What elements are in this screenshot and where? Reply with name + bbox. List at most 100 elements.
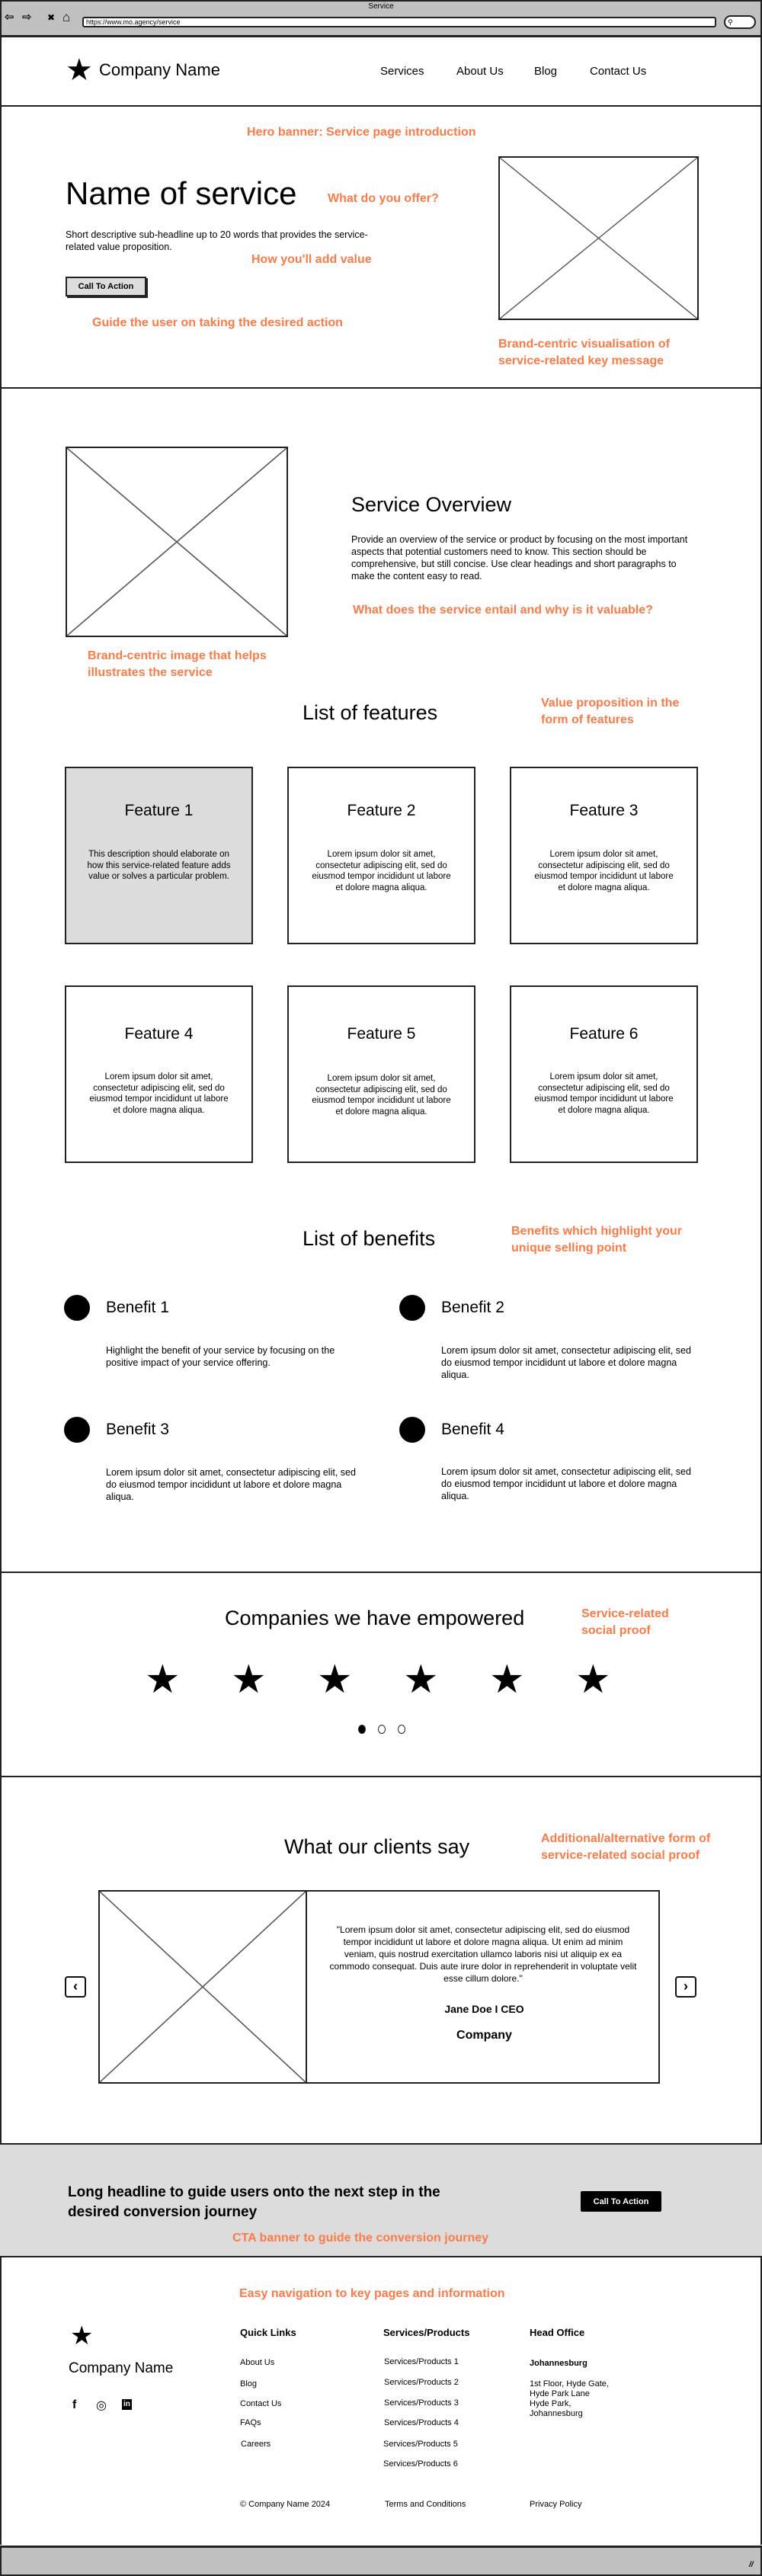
feature-desc: Lorem ipsum dolor sit amet, consectetur …: [312, 850, 451, 892]
annotation-value: How you'll add value: [251, 253, 372, 266]
resize-grip-icon[interactable]: //: [749, 2561, 754, 2569]
footer-link-faqs[interactable]: FAQs: [240, 2418, 261, 2427]
cta-banner-button[interactable]: Call To Action: [581, 2191, 661, 2212]
testimonial-image-placeholder: [98, 1890, 307, 2084]
footer-logo-star-icon[interactable]: ★: [70, 2323, 93, 2349]
hero-cta-button[interactable]: Call To Action: [66, 277, 146, 296]
facebook-icon[interactable]: f: [72, 2398, 76, 2412]
company-logo-star-icon: ★: [489, 1658, 525, 1702]
benefit-desc: Lorem ipsum dolor sit amet, consectetur …: [441, 1345, 691, 1380]
benefit-title: Benefit 3: [106, 1421, 169, 1438]
feature-card[interactable]: Feature 4 Lorem ipsum dolor sit amet, co…: [65, 985, 253, 1163]
feature-card[interactable]: Feature 1 This description should elabor…: [65, 767, 253, 944]
bullet-icon: [64, 1295, 90, 1321]
feature-title: Feature 3: [569, 802, 639, 819]
features-title: List of features: [303, 701, 438, 724]
feature-card[interactable]: Feature 6 Lorem ipsum dolor sit amet, co…: [510, 985, 698, 1163]
annotation-cta-banner: CTA banner to guide the conversion journ…: [232, 2232, 489, 2244]
nav-about-us[interactable]: About Us: [456, 65, 504, 78]
testimonial-card: "Lorem ipsum dolor sit amet, consectetur…: [98, 1890, 660, 2084]
annotation-footer: Easy navigation to key pages and informa…: [239, 2287, 505, 2300]
footer-company-name: Company Name: [69, 2360, 174, 2376]
bullet-icon: [399, 1295, 425, 1321]
footer-link-contact-us[interactable]: Contact Us: [240, 2399, 281, 2408]
annotation-features: Value proposition in the form of feature…: [541, 697, 680, 726]
feature-card[interactable]: Feature 2 Lorem ipsum dolor sit amet, co…: [287, 767, 475, 944]
logo-star-icon[interactable]: ★: [66, 55, 93, 85]
address-line: Hyde Park Lane: [530, 2389, 590, 2398]
company-logo-star-icon: ★: [575, 1658, 611, 1702]
feature-desc: Lorem ipsum dolor sit amet, consectetur …: [534, 850, 674, 892]
feature-title: Feature 6: [569, 1025, 639, 1043]
chevron-right-icon: ›: [684, 1978, 688, 1994]
footer-service-link[interactable]: Services/Products 3: [384, 2398, 459, 2408]
head-office-city: Johannesburg: [530, 2359, 588, 2368]
head-office-address: 1st Floor, Hyde Gate, Hyde Park Lane Hyd…: [530, 2379, 609, 2419]
home-icon[interactable]: ⌂: [62, 11, 70, 24]
benefit-desc: Highlight the benefit of your service by…: [106, 1345, 335, 1368]
instagram-icon[interactable]: ◎: [96, 2398, 107, 2413]
pagination-dot[interactable]: [358, 1725, 366, 1734]
feature-title: Feature 4: [124, 1025, 194, 1043]
overview-body: Provide an overview of the service or pr…: [351, 534, 688, 582]
search-icon: ⚲: [728, 18, 733, 26]
footer-service-link[interactable]: Services/Products 6: [383, 2459, 458, 2469]
testimonial-quote: "Lorem ipsum dolor sit amet, consectetur…: [329, 1924, 637, 1984]
services-title: Services/Products: [383, 2327, 470, 2338]
annotation-testimonials: Additional/alternative form of service-r…: [541, 1832, 711, 1862]
feature-desc: Lorem ipsum dolor sit amet, consectetur …: [534, 1072, 674, 1115]
feature-title: Feature 5: [347, 1025, 416, 1043]
quick-links-title: Quick Links: [240, 2327, 296, 2338]
feature-desc: Lorem ipsum dolor sit amet, consectetur …: [312, 1074, 451, 1117]
overview-image-placeholder: [66, 447, 288, 637]
footer-link-about-us[interactable]: About Us: [240, 2358, 274, 2367]
address-line: 1st Floor, Hyde Gate,: [530, 2379, 609, 2389]
annotation-benefits: Benefits which highlight your unique sel…: [511, 1225, 682, 1254]
annotation-cta: Guide the user on taking the desired act…: [92, 316, 343, 329]
feature-card[interactable]: Feature 5 Lorem ipsum dolor sit amet, co…: [287, 985, 475, 1163]
head-office-title: Head Office: [530, 2327, 585, 2338]
close-icon[interactable]: ✖: [47, 11, 55, 24]
url-bar[interactable]: https://www.mo.agency/service: [82, 17, 716, 27]
testimonials-title: What our clients say: [284, 1835, 470, 1858]
browser-status-bar: [0, 2546, 762, 2576]
company-logo-star-icon: ★: [317, 1658, 353, 1702]
bullet-icon: [64, 1417, 90, 1443]
footer-link-careers[interactable]: Careers: [241, 2440, 271, 2449]
back-arrow-icon[interactable]: ⇦: [5, 11, 14, 24]
privacy-link[interactable]: Privacy Policy: [530, 2500, 581, 2509]
annotation-hero: Hero banner: Service page introduction: [247, 126, 476, 139]
testimonial-author: Jane Doe I CEO: [444, 2003, 524, 2015]
hero-divider: [0, 387, 762, 389]
terms-link[interactable]: Terms and Conditions: [385, 2500, 466, 2509]
nav-contact-us[interactable]: Contact Us: [590, 65, 646, 78]
bullet-icon: [399, 1417, 425, 1443]
overview-title: Service Overview: [351, 493, 512, 516]
next-arrow-button[interactable]: ›: [675, 1976, 696, 1998]
nav-blog[interactable]: Blog: [534, 65, 557, 78]
company-name[interactable]: Company Name: [99, 60, 220, 80]
annotation-hero-image: Brand-centric visualisation of service-r…: [498, 338, 670, 367]
benefit-desc: Lorem ipsum dolor sit amet, consectetur …: [106, 1467, 356, 1502]
footer-link-blog[interactable]: Blog: [240, 2379, 257, 2389]
annotation-offer: What do you offer?: [328, 192, 439, 205]
benefit-title: Benefit 1: [106, 1299, 169, 1316]
forward-arrow-icon[interactable]: ⇨: [22, 11, 32, 24]
footer-service-link[interactable]: Services/Products 5: [383, 2440, 458, 2449]
prev-arrow-button[interactable]: ‹: [65, 1976, 86, 1998]
company-logo-star-icon: ★: [403, 1658, 439, 1702]
chevron-left-icon: ‹: [73, 1978, 78, 1994]
linkedin-icon[interactable]: in: [122, 2399, 132, 2410]
browser-search[interactable]: ⚲: [724, 15, 756, 29]
pagination-dot[interactable]: [398, 1725, 405, 1734]
header-divider: [0, 105, 762, 107]
footer-service-link[interactable]: Services/Products 2: [384, 2378, 459, 2387]
address-line: Johannesburg: [530, 2409, 583, 2418]
hero-subheadline: Short descriptive sub-headline up to 20 …: [66, 229, 368, 252]
pagination-dot[interactable]: [378, 1725, 386, 1734]
cta-headline: Long headline to guide users onto the ne…: [68, 2184, 440, 2220]
footer-service-link[interactable]: Services/Products 1: [384, 2357, 459, 2366]
feature-card[interactable]: Feature 3 Lorem ipsum dolor sit amet, co…: [510, 767, 698, 944]
nav-services[interactable]: Services: [380, 65, 424, 78]
footer-service-link[interactable]: Services/Products 4: [384, 2418, 459, 2427]
